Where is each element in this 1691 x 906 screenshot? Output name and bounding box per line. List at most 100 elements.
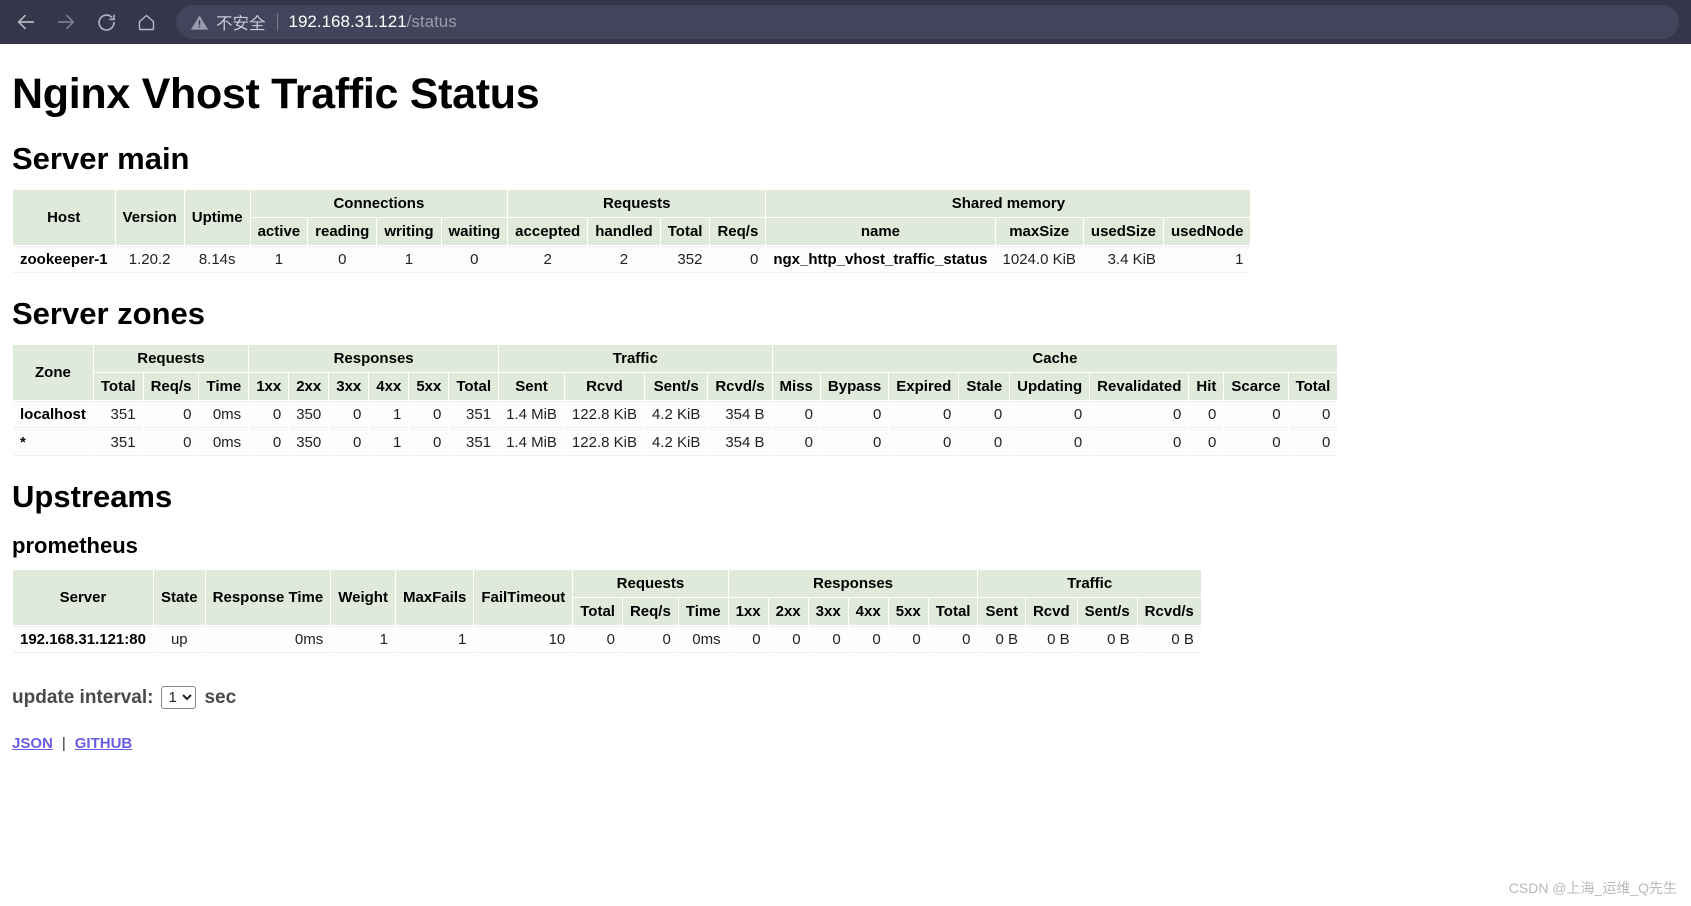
th-up-resp-total: Total	[928, 598, 978, 625]
th-max-size: maxSize	[995, 218, 1083, 245]
th-requests: Requests	[508, 190, 766, 217]
cell-zone-revalidated: 0	[1090, 429, 1189, 456]
th-zone-scarce: Scarce	[1224, 373, 1288, 400]
cell-up-3xx: 0	[808, 626, 848, 653]
cell-up-4xx: 0	[848, 626, 888, 653]
url-text: 192.168.31.121/status	[289, 12, 457, 32]
reload-button[interactable]	[86, 5, 126, 39]
back-button[interactable]	[6, 5, 46, 39]
cell-shm-name: ngx_http_vhost_traffic_status	[766, 246, 995, 273]
forward-button[interactable]	[46, 5, 86, 39]
cell-zone-req-total: 351	[93, 429, 143, 456]
cell-up-rcvd-per-sec: 0 B	[1137, 626, 1201, 653]
th-zone-expired: Expired	[889, 373, 959, 400]
cell-used-node: 1	[1163, 246, 1251, 273]
th-zone: Zone	[13, 345, 93, 400]
update-interval-label: update interval:	[12, 686, 154, 708]
server-main-thead: Host Version Uptime Connections Requests…	[13, 190, 1251, 245]
cell-zone-req-total: 351	[93, 401, 143, 428]
github-link[interactable]: GITHUB	[75, 735, 133, 752]
th-zone-req-per-sec: Req/s	[143, 373, 199, 400]
th-used-node: usedNode	[1163, 218, 1251, 245]
cell-zone-3xx: 0	[329, 429, 369, 456]
cell-writing: 1	[377, 246, 441, 273]
table-row: 192.168.31.121:80 up 0ms 1 1 10 0 0 0ms …	[13, 626, 1201, 653]
th-zone-req-time: Time	[199, 373, 249, 400]
th-up-req-total: Total	[573, 598, 622, 625]
th-zone-hit: Hit	[1189, 373, 1224, 400]
th-up-1xx: 1xx	[728, 598, 768, 625]
cell-req-total: 352	[660, 246, 710, 273]
cell-zone-expired: 0	[889, 429, 959, 456]
th-waiting: waiting	[441, 218, 508, 245]
cell-waiting: 0	[441, 246, 508, 273]
cell-zone-1xx: 0	[249, 401, 289, 428]
server-main-table-wrap: Host Version Uptime Connections Requests…	[12, 189, 1679, 274]
server-zones-table-wrap: Zone Requests Responses Traffic Cache To…	[12, 344, 1679, 457]
upstream-group-name: prometheus	[12, 533, 138, 558]
th-up-fail-timeout: FailTimeout	[474, 570, 573, 625]
cell-zone-req-per-sec: 0	[143, 401, 199, 428]
cell-up-req-per-sec: 0	[622, 626, 678, 653]
url-path: /status	[406, 12, 457, 31]
cell-up-response-time: 0ms	[205, 626, 331, 653]
cell-zone-sent-per-sec: 4.2 KiB	[644, 429, 708, 456]
th-up-response-time: Response Time	[205, 570, 331, 625]
warning-triangle-icon	[190, 13, 209, 32]
cell-zone-stale: 0	[959, 429, 1010, 456]
th-up-server: Server	[13, 570, 153, 625]
table-row: zookeeper-1 1.20.2 8.14s 1 0 1 0 2 2 352…	[13, 246, 1251, 273]
th-up-responses: Responses	[728, 570, 978, 597]
home-icon	[136, 12, 157, 33]
th-up-3xx: 3xx	[808, 598, 848, 625]
th-zone-req-total: Total	[93, 373, 143, 400]
cell-up-req-total: 0	[573, 626, 622, 653]
cell-zone-scarce: 0	[1224, 429, 1288, 456]
upstreams-table: Server State Response Time Weight MaxFai…	[12, 569, 1202, 654]
th-zone-5xx: 5xx	[409, 373, 449, 400]
cell-up-weight: 1	[331, 626, 395, 653]
cell-up-state: up	[153, 626, 205, 653]
cell-zone-sent-per-sec: 4.2 KiB	[644, 401, 708, 428]
th-up-req-per-sec: Req/s	[622, 598, 678, 625]
server-zones-tbody: localhost 351 0 0ms 0 350 0 1 0 351 1.4 …	[13, 401, 1338, 456]
cell-zone-req-time: 0ms	[199, 429, 249, 456]
update-interval-select[interactable]: 1	[161, 686, 197, 709]
address-bar[interactable]: 不安全 192.168.31.121/status	[176, 5, 1679, 39]
th-handled: handled	[588, 218, 660, 245]
url-host: 192.168.31.121	[288, 12, 407, 31]
cell-zone-rcvd: 122.8 KiB	[564, 429, 644, 456]
cell-zone-expired: 0	[889, 401, 959, 428]
cell-zone-miss: 0	[772, 429, 820, 456]
update-interval-row: update interval: 1 sec	[12, 686, 1679, 709]
th-up-max-fails: MaxFails	[395, 570, 474, 625]
cell-zone: localhost	[13, 401, 93, 428]
cell-up-sent-per-sec: 0 B	[1077, 626, 1137, 653]
footer-links: JSON | GITHUB	[12, 735, 1679, 752]
cell-zone-rcvd-per-sec: 354 B	[708, 401, 772, 428]
th-zone-stale: Stale	[959, 373, 1010, 400]
cell-zone-req-time: 0ms	[199, 401, 249, 428]
json-link[interactable]: JSON	[12, 735, 53, 752]
server-zones-thead: Zone Requests Responses Traffic Cache To…	[13, 345, 1338, 400]
cell-zone-sent: 1.4 MiB	[499, 429, 564, 456]
cell-handled: 2	[588, 246, 660, 273]
cell-zone-bypass: 0	[820, 401, 889, 428]
upstreams-table-wrap: Server State Response Time Weight MaxFai…	[12, 569, 1679, 654]
cell-zone-2xx: 350	[289, 401, 329, 428]
home-button[interactable]	[126, 5, 166, 39]
cell-zone-updating: 0	[1010, 401, 1090, 428]
browser-toolbar: 不安全 192.168.31.121/status	[0, 0, 1691, 44]
page-title: Nginx Vhost Traffic Status	[12, 70, 540, 118]
security-status-label: 不安全	[216, 15, 266, 33]
cell-max-size: 1024.0 KiB	[995, 246, 1083, 273]
th-zone-rcvd-per-sec: Rcvd/s	[708, 373, 772, 400]
cell-zone-revalidated: 0	[1090, 401, 1189, 428]
footer-link-separator: |	[61, 735, 66, 752]
cell-zone-resp-total: 351	[449, 401, 499, 428]
upstreams-group-header-row: Server State Response Time Weight MaxFai…	[13, 570, 1201, 625]
cell-zone-scarce: 0	[1224, 401, 1288, 428]
th-zone-traffic: Traffic	[499, 345, 772, 372]
cell-accepted: 2	[508, 246, 588, 273]
th-req-total: Total	[660, 218, 710, 245]
